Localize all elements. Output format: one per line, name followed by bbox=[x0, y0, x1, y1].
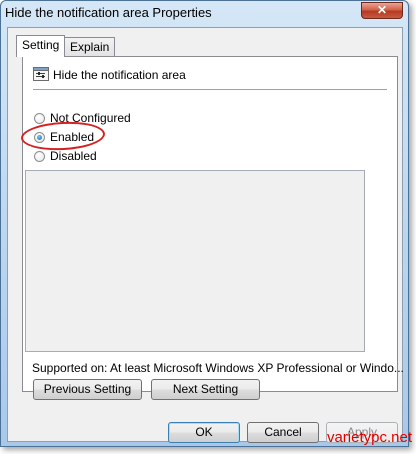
next-setting-button[interactable]: Next Setting bbox=[151, 379, 260, 400]
policy-settings-icon bbox=[33, 67, 49, 81]
tab-explain[interactable]: Explain bbox=[64, 37, 116, 56]
policy-name: Hide the notification area bbox=[53, 68, 186, 82]
radio-not-configured[interactable] bbox=[34, 113, 45, 124]
dialog-body: Setting Explain Hide the notification ar… bbox=[7, 27, 404, 443]
close-button[interactable]: ✕ bbox=[361, 2, 403, 19]
tab-setting-label: Setting bbox=[22, 38, 60, 52]
options-area bbox=[25, 170, 365, 352]
ok-button[interactable]: OK bbox=[168, 422, 240, 443]
properties-dialog: Hide the notification area Properties ✕ … bbox=[0, 0, 409, 447]
previous-setting-button[interactable]: Previous Setting bbox=[33, 379, 142, 400]
radio-disabled[interactable] bbox=[34, 151, 45, 162]
divider bbox=[33, 89, 387, 90]
close-icon: ✕ bbox=[376, 3, 388, 17]
title-bar[interactable]: Hide the notification area Properties ✕ bbox=[1, 1, 408, 27]
radio-disabled-label: Disabled bbox=[50, 149, 97, 163]
window-title: Hide the notification area Properties bbox=[5, 5, 212, 20]
tab-explain-label: Explain bbox=[70, 40, 110, 54]
cancel-button[interactable]: Cancel bbox=[247, 422, 319, 443]
tab-setting[interactable]: Setting bbox=[16, 35, 66, 57]
supported-on-value: At least Microsoft Windows XP Profession… bbox=[110, 361, 404, 375]
supported-on-label: Supported on: bbox=[32, 361, 108, 375]
watermark: varietypc.net bbox=[326, 429, 412, 446]
